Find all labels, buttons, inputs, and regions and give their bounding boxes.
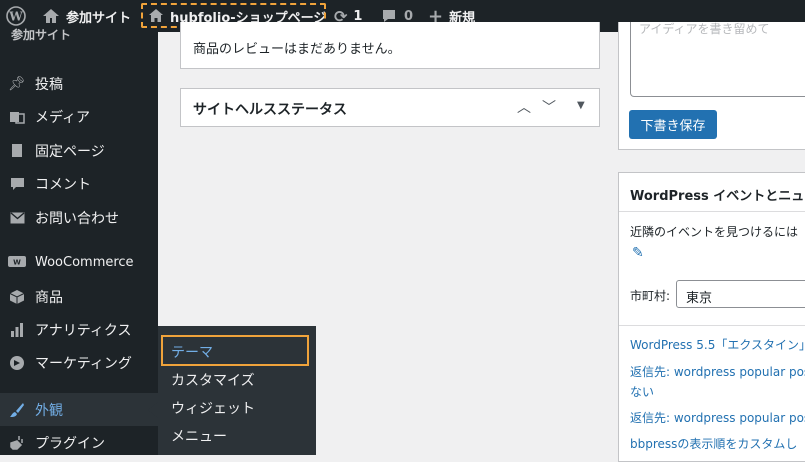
- mail-icon: [8, 209, 26, 227]
- comment-icon: [8, 175, 26, 193]
- svg-text:W: W: [13, 259, 21, 267]
- draft-content-textarea[interactable]: アイディアを書き留めて: [630, 22, 805, 97]
- sidebar-item-label: マーケティング: [35, 355, 132, 372]
- sidebar-item-pages[interactable]: 固定ページ: [0, 134, 158, 167]
- submenu-label: メニュー: [171, 429, 227, 445]
- sidebar-item-plugins[interactable]: プラグイン: [0, 426, 158, 459]
- woo-icon: W: [8, 254, 26, 272]
- themes-highlight: [161, 335, 309, 366]
- chart-icon: [8, 321, 26, 339]
- move-up-icon[interactable]: ︿: [517, 97, 531, 117]
- sidebar-item-label: WooCommerce: [35, 255, 134, 270]
- city-label: 市町村:: [630, 289, 671, 303]
- reviews-widget: 商品のレビューはまだありません。: [180, 22, 600, 69]
- events-nearby-text: 近隣のイベントを見つけるには: [630, 225, 799, 239]
- move-down-icon[interactable]: ﹀: [542, 97, 556, 117]
- news-link-4[interactable]: bbpressの表示順をカスタムし: [630, 435, 797, 452]
- news-link-2-cont[interactable]: ない: [630, 383, 654, 400]
- media-icon: [8, 108, 26, 126]
- reviews-empty-text: 商品のレビューはまだありません。: [193, 42, 401, 57]
- sidebar-item-media[interactable]: メディア: [0, 100, 158, 133]
- plug-icon: [8, 434, 26, 452]
- city-input[interactable]: 東京: [676, 280, 805, 308]
- megaphone-icon: [8, 354, 26, 372]
- news-link-3[interactable]: 返信先: wordpress popular pos: [630, 409, 805, 426]
- draft-placeholder: アイディアを書き留めて: [639, 22, 770, 36]
- sidebar-item-label: アナリティクス: [35, 322, 132, 339]
- toggle-panel-icon[interactable]: ▼: [577, 100, 585, 111]
- sidebar-item-marketing[interactable]: マーケティング: [0, 346, 158, 379]
- site-health-widget: サイトヘルスステータス ︿ ﹀ ▼: [180, 88, 600, 127]
- news-link-2[interactable]: 返信先: wordpress popular pos: [630, 363, 805, 380]
- pencil-icon[interactable]: ✎: [632, 245, 644, 261]
- submenu-item-customize[interactable]: カスタマイズ: [158, 366, 316, 394]
- sidebar-item-woocommerce[interactable]: W WooCommerce: [0, 246, 158, 279]
- sidebar-truncated-label: 参加サイト: [11, 28, 72, 42]
- site-health-title: サイトヘルスステータス: [193, 102, 347, 118]
- submenu-item-widgets[interactable]: ウィジェット: [158, 394, 316, 422]
- svg-text:W: W: [8, 10, 23, 24]
- sidebar-item-label: メディア: [35, 109, 91, 126]
- city-value: 東京: [686, 291, 713, 306]
- sidebar-item-posts[interactable]: 📌︎ 投稿: [0, 67, 158, 100]
- submenu-label: カスタマイズ: [171, 373, 255, 389]
- events-news-widget: WordPress イベントとニュー 近隣のイベントを見つけるには ✎ 市町村:…: [618, 172, 805, 462]
- dashboard-home-icon: [43, 9, 59, 23]
- page-icon: [8, 142, 26, 160]
- divider: [619, 325, 805, 326]
- pin-icon: 📌︎: [8, 75, 26, 92]
- sidebar-item-appearance[interactable]: 外観: [0, 393, 158, 426]
- sidebar-item-label: 投稿: [35, 76, 63, 93]
- submenu-item-menus[interactable]: メニュー: [158, 422, 316, 450]
- sidebar-item-comments[interactable]: コメント: [0, 167, 158, 200]
- sidebar-item-label: 固定ページ: [35, 143, 105, 160]
- save-draft-button[interactable]: 下書き保存: [629, 110, 717, 139]
- news-link-1[interactable]: WordPress 5.5「エクスタイン」: [630, 336, 805, 353]
- submenu-arrow: [148, 402, 158, 418]
- submenu-label: ウィジェット: [171, 401, 255, 417]
- sidebar-item-products[interactable]: 商品: [0, 280, 158, 313]
- events-title: WordPress イベントとニュー: [630, 189, 805, 204]
- sidebar-item-label: 外観: [35, 402, 63, 419]
- sidebar-item-contact[interactable]: お問い合わせ: [0, 201, 158, 234]
- sidebar-item-label: プラグイン: [35, 435, 105, 452]
- sidebar-item-label: 商品: [35, 289, 63, 306]
- sidebar-item-label: コメント: [35, 176, 91, 193]
- sidebar-item-analytics[interactable]: アナリティクス: [0, 313, 158, 346]
- site-name-label: 参加サイト: [66, 10, 132, 26]
- sidebar-item-label: お問い合わせ: [35, 210, 119, 227]
- box-icon: [8, 288, 26, 306]
- brush-icon: [8, 401, 26, 419]
- divider: [619, 211, 805, 212]
